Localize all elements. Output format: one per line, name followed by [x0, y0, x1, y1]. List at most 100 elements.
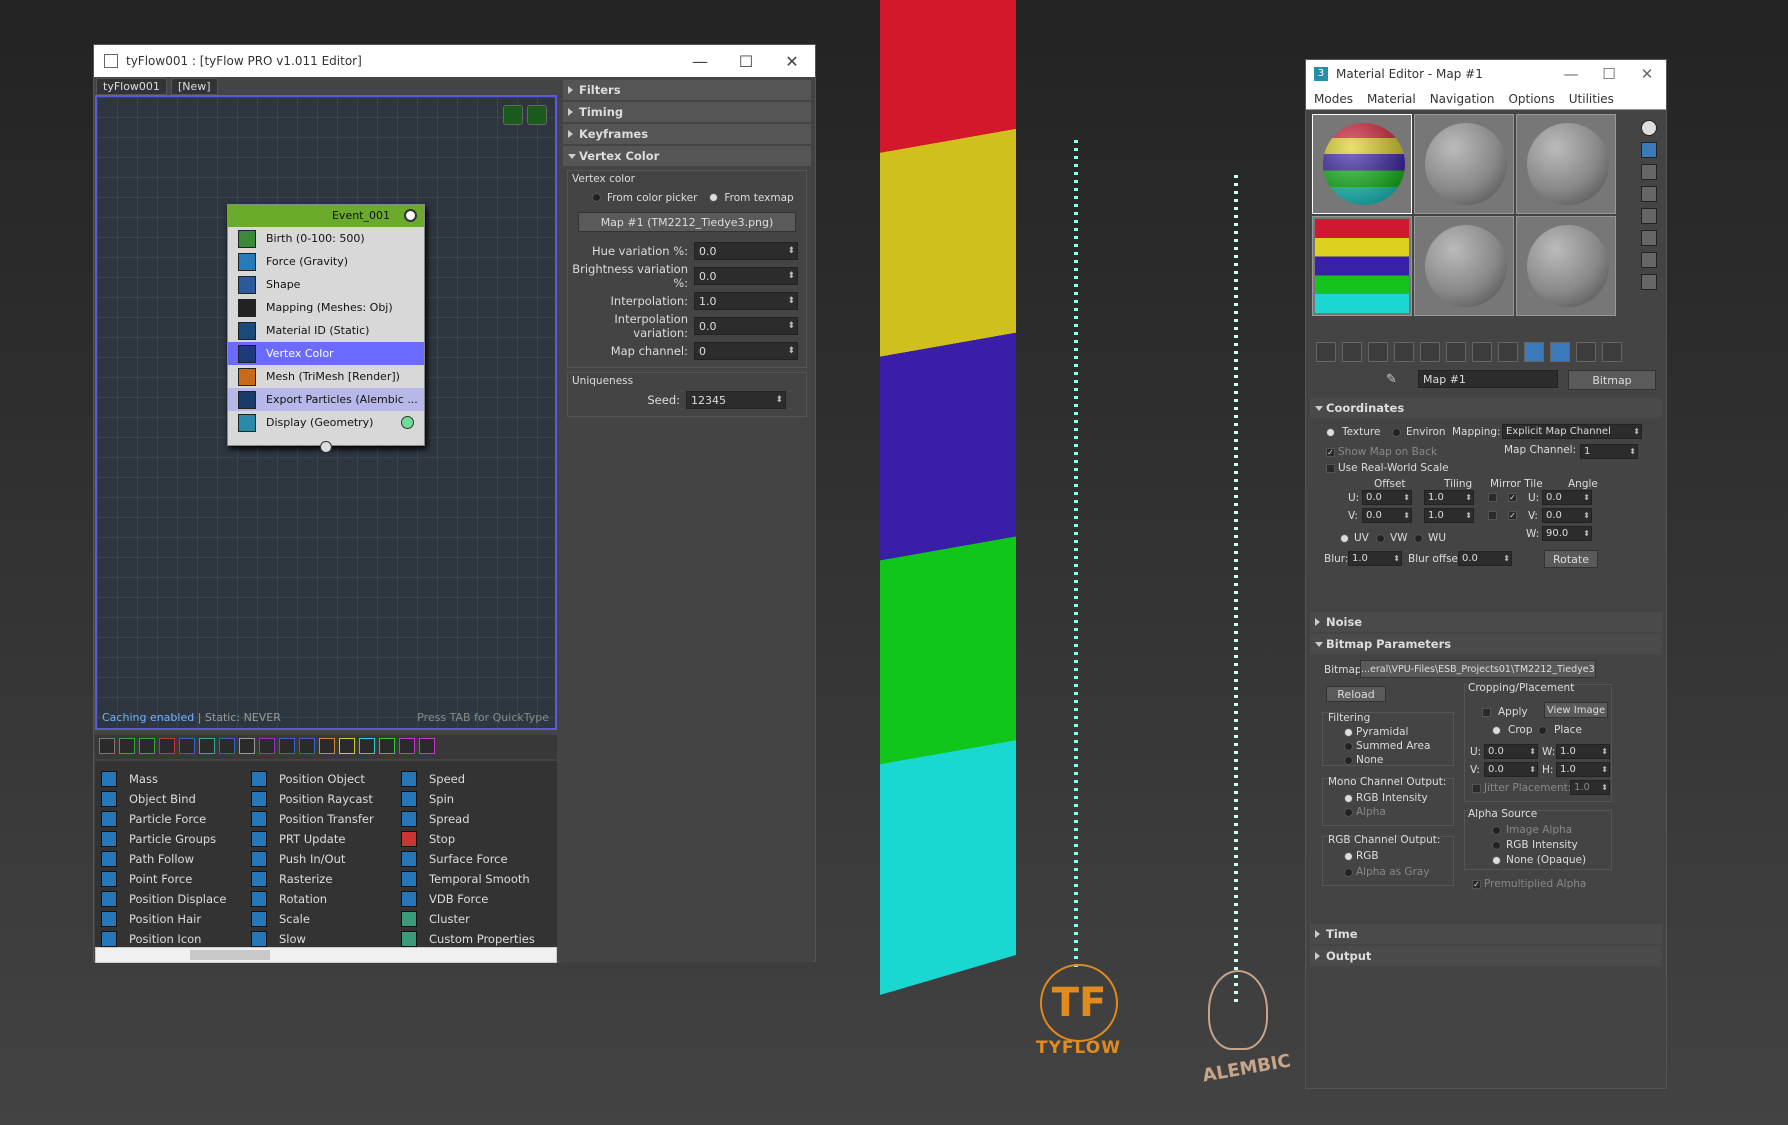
rotate-button[interactable]: Rotate	[1544, 550, 1598, 568]
sample-uv-tiling-icon[interactable]	[1641, 186, 1657, 202]
lightbulb-icon[interactable]	[404, 209, 417, 222]
view-image-button[interactable]: View Image	[1544, 702, 1608, 718]
background-icon[interactable]	[1641, 164, 1657, 180]
category-test-icon[interactable]	[359, 738, 375, 754]
rollout-noise[interactable]: Noise	[1310, 612, 1662, 632]
show-shaded-icon[interactable]	[1498, 342, 1518, 362]
crop-u-spinner[interactable]: 0.0	[1484, 744, 1538, 759]
category-birth-icon[interactable]	[119, 738, 135, 754]
list-item[interactable]: Push In/Out	[251, 849, 401, 869]
v-mirror-checkbox[interactable]	[1488, 511, 1497, 520]
map-name-field[interactable]: Map #1	[1418, 370, 1558, 388]
rollout-filters[interactable]: Filters	[563, 80, 811, 100]
category-misc-icon[interactable]	[399, 738, 415, 754]
list-item[interactable]: Particle Force	[101, 809, 251, 829]
premultiplied-checkbox[interactable]: ✓	[1472, 880, 1481, 889]
radio-crop[interactable]	[1492, 726, 1501, 735]
operator-force[interactable]: Force (Gravity)	[228, 250, 424, 273]
jitter-checkbox[interactable]	[1472, 784, 1481, 793]
texmap-button[interactable]: Map #1 (TM2212_Tiedye3.png)	[578, 212, 796, 232]
v-offset-spinner[interactable]: 0.0	[1362, 508, 1412, 523]
menu-modes[interactable]: Modes	[1314, 92, 1353, 106]
operator-mapping[interactable]: Mapping (Meshes: Obj)	[228, 296, 424, 319]
list-item[interactable]: Spin	[401, 789, 551, 809]
radio-texture[interactable]	[1326, 428, 1335, 437]
v-tiling-spinner[interactable]: 1.0	[1424, 508, 1474, 523]
category-spawn-icon[interactable]	[139, 738, 155, 754]
list-item[interactable]: Position Icon	[101, 929, 251, 949]
go-to-parent-icon[interactable]	[1550, 342, 1570, 362]
operator-list-scrollbar[interactable]	[95, 947, 557, 963]
sample-slot-tiedye-flat[interactable]	[1312, 216, 1412, 316]
list-item[interactable]: Position Object	[251, 769, 401, 789]
put-to-scene-icon[interactable]	[1342, 342, 1362, 362]
interpolation-variation-spinner[interactable]: 0.0	[694, 316, 798, 335]
category-extra-icon[interactable]	[419, 738, 435, 754]
rollout-keyframes[interactable]: Keyframes	[563, 124, 811, 144]
make-preview-icon[interactable]	[1641, 230, 1657, 246]
list-item[interactable]: Cluster	[401, 909, 551, 929]
category-force-icon[interactable]	[179, 738, 195, 754]
blur-offset-spinner[interactable]: 0.0	[1458, 551, 1512, 566]
category-all-icon[interactable]	[99, 738, 115, 754]
rollout-output[interactable]: Output	[1310, 946, 1662, 966]
select-by-material-icon[interactable]	[1641, 274, 1657, 290]
event-node[interactable]: Event_001 Birth (0-100: 500) Force (Grav…	[227, 204, 425, 453]
map-channel-spinner[interactable]: 0	[694, 341, 798, 360]
category-display-icon[interactable]	[319, 738, 335, 754]
assign-to-selection-icon[interactable]	[1368, 342, 1388, 362]
u-mirror-checkbox[interactable]	[1488, 493, 1497, 502]
reload-button[interactable]: Reload	[1326, 686, 1386, 702]
u-tiling-spinner[interactable]: 1.0	[1424, 490, 1474, 505]
tab-new[interactable]: [New]	[170, 78, 218, 95]
hue-variation-spinner[interactable]: 0.0	[694, 241, 798, 260]
operator-material-id[interactable]: Material ID (Static)	[228, 319, 424, 342]
show-map-back-checkbox[interactable]: ✓	[1326, 448, 1335, 457]
list-item[interactable]: Point Force	[101, 869, 251, 889]
list-item[interactable]: PRT Update	[251, 829, 401, 849]
go-forward-sibling-icon[interactable]	[1576, 342, 1596, 362]
radio-alpha-rgb-intensity[interactable]	[1492, 841, 1501, 850]
jitter-spinner[interactable]: 1.0	[1570, 780, 1610, 795]
seed-spinner[interactable]: 12345	[686, 390, 786, 409]
radio-texmap[interactable]	[709, 193, 719, 202]
operator-display[interactable]: Display (Geometry)	[228, 411, 424, 434]
backlight-icon[interactable]	[1641, 142, 1657, 158]
operator-export-particles[interactable]: Export Particles (Alembic ...	[228, 388, 424, 411]
operator-shape[interactable]: Shape	[228, 273, 424, 296]
list-item[interactable]: Custom Properties	[401, 929, 551, 949]
category-cache-icon[interactable]	[299, 738, 315, 754]
close-button[interactable]: ✕	[769, 52, 815, 71]
event-output-port[interactable]	[320, 441, 332, 453]
u-offset-spinner[interactable]: 0.0	[1362, 490, 1412, 505]
rollout-coordinates[interactable]: Coordinates	[1310, 398, 1662, 418]
rollout-vertex-color[interactable]: Vertex Color	[563, 146, 811, 166]
sample-slot-tiedye-sphere[interactable]	[1312, 114, 1412, 214]
category-position-icon[interactable]	[219, 738, 235, 754]
list-item[interactable]: Position Transfer	[251, 809, 401, 829]
maximize-button[interactable]: ☐	[1590, 65, 1628, 83]
operator-vertex-color[interactable]: Vertex Color	[228, 342, 424, 365]
list-item[interactable]: Stop	[401, 829, 551, 849]
minimize-button[interactable]: —	[677, 52, 723, 71]
menu-utilities[interactable]: Utilities	[1569, 92, 1614, 106]
sample-slot[interactable]	[1516, 114, 1616, 214]
list-item[interactable]: Position Hair	[101, 909, 251, 929]
reset-map-icon[interactable]	[1394, 342, 1414, 362]
event-header[interactable]: Event_001	[228, 205, 424, 227]
get-material-icon[interactable]	[1316, 342, 1336, 362]
list-item[interactable]: Speed	[401, 769, 551, 789]
list-item[interactable]: Object Bind	[101, 789, 251, 809]
category-mesh-icon[interactable]	[279, 738, 295, 754]
radio-vw[interactable]	[1376, 534, 1385, 543]
radio-wu[interactable]	[1414, 534, 1423, 543]
radio-summed-area[interactable]	[1344, 742, 1353, 751]
close-button[interactable]: ✕	[1628, 65, 1666, 83]
show-end-result-icon[interactable]	[1524, 342, 1544, 362]
pick-from-object-icon[interactable]	[1602, 342, 1622, 362]
make-unique-icon[interactable]	[1420, 342, 1440, 362]
refresh-icon[interactable]	[527, 105, 547, 125]
put-to-library-icon[interactable]	[1446, 342, 1466, 362]
list-item[interactable]: Path Follow	[101, 849, 251, 869]
radio-filter-none[interactable]	[1344, 756, 1353, 765]
